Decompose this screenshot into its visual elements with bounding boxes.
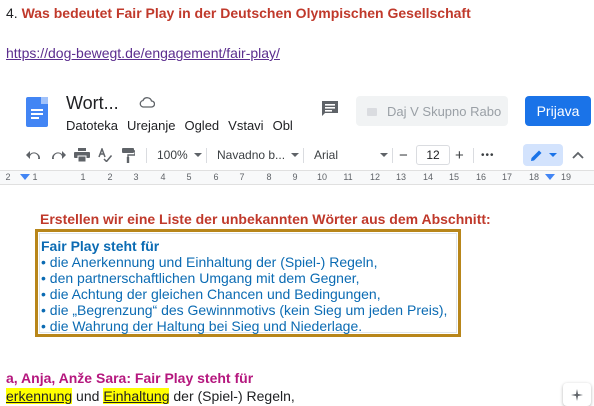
font-size-input[interactable]: 12 [416,145,450,165]
highlighted-word: Einhaltung [103,388,170,404]
right-indent-marker[interactable] [545,174,555,180]
ruler-tick: 6 [213,172,219,182]
menu-edit[interactable]: Urejanje [127,118,175,133]
menu-file[interactable]: Datoteka [66,118,118,133]
redo-icon[interactable] [50,140,66,170]
menu-insert[interactable]: Vstavi [228,118,263,133]
paint-format-icon[interactable] [121,140,135,170]
style-value: Navadno b... [217,148,286,162]
ruler-tick: 5 [186,172,192,182]
task-heading: 4. Was bedeutet Fair Play in der Deutsch… [6,5,471,21]
ruler-tick: 19 [560,172,572,182]
ruler[interactable]: 2 1 1 2 3 4 5 6 7 8 9 10 11 12 13 14 15 … [0,170,594,185]
highlighted-word: erkennung [6,388,73,404]
share-label: Daj V Skupno Rabo [387,103,502,119]
task-title: Was bedeutet Fair Play in der Deutschen … [21,5,471,21]
more-options-button[interactable]: ••• [481,140,495,170]
fair-play-item: • den partnerschaftlichen Umgang mit dem… [41,270,360,286]
fair-play-box-title: Fair Play steht für [41,238,160,254]
docs-logo-icon[interactable] [26,97,48,127]
ruler-tick: 2 [5,172,11,182]
ruler-tick: 1 [32,172,38,182]
login-button[interactable]: Prijava [525,96,591,126]
menu-bar: Datoteka Urejanje Ogled Vstavi Obl [66,118,302,133]
left-indent-marker[interactable] [20,174,30,180]
ruler-tick: 15 [448,172,460,182]
ruler-tick: 2 [107,172,113,182]
fair-play-item: • die „Begrenzung“ des Gewinnmotivs (kei… [41,302,448,318]
ruler-tick: 17 [501,172,513,182]
share-button[interactable]: Daj V Skupno Rabo [356,96,508,126]
zoom-value: 100% [157,148,188,162]
font-select[interactable]: Arial [314,140,388,170]
editing-mode-button[interactable] [523,144,563,166]
student-names-heading: a, Anja, Anže Sara: Fair Play steht für [6,370,254,386]
ruler-tick: 14 [422,172,434,182]
ruler-tick: 1 [80,172,86,182]
ruler-tick: 8 [266,172,272,182]
editor-toolbar: 100% Navadno b... Arial − 12 + ••• [0,140,594,170]
comment-icon[interactable] [320,100,340,118]
pencil-icon [530,150,541,161]
task-number: 4. [6,5,18,21]
ruler-tick: 9 [292,172,298,182]
fair-play-item: • die Anerkennung und Einhaltung der (Sp… [41,254,378,270]
fair-play-item: • die Achtung der gleichen Chancen und B… [41,286,381,302]
document-title[interactable]: Wort... [66,93,119,114]
ruler-tick: 11 [343,172,353,182]
sparkle-plus-icon [571,388,583,401]
undo-icon[interactable] [26,140,42,170]
ruler-tick: 16 [475,172,487,182]
ruler-tick: 7 [239,172,245,182]
ruler-tick: 4 [160,172,166,182]
menu-view[interactable]: Ogled [184,118,219,133]
zoom-select[interactable]: 100% [157,140,202,170]
explore-button[interactable] [563,383,591,406]
spellcheck-icon[interactable] [98,140,112,170]
increase-font-size-button[interactable]: + [455,140,464,170]
fair-play-box: Fair Play steht für • die Anerkennung un… [35,229,461,337]
style-select[interactable]: Navadno b... [217,140,300,170]
list-heading: Erstellen wir eine Liste der unbekannten… [40,211,491,227]
ruler-tick: 3 [133,172,139,182]
decrease-font-size-button[interactable]: − [399,140,408,170]
fair-play-item: • die Wahrung der Haltung bei Sieg und N… [41,318,363,334]
ruler-tick: 12 [369,172,381,182]
ruler-tick: 10 [316,172,328,182]
ruler-tick: 18 [528,172,540,182]
cloud-saved-icon [139,97,155,108]
fair-play-link[interactable]: https://dog-bewegt.de/engagement/fair-pl… [6,45,280,61]
font-value: Arial [314,148,339,162]
ruler-tick: 13 [395,172,407,182]
student-answer-line: erkennung und Einhaltung der (Spiel-) Re… [6,388,295,404]
answer-text: und [72,388,104,404]
collapse-toolbar-icon[interactable] [572,140,584,170]
lock-icon [367,108,377,116]
print-icon[interactable] [74,140,90,170]
menu-format[interactable]: Obl [273,118,293,133]
answer-text: der (Spiel-) Regeln, [169,388,295,404]
